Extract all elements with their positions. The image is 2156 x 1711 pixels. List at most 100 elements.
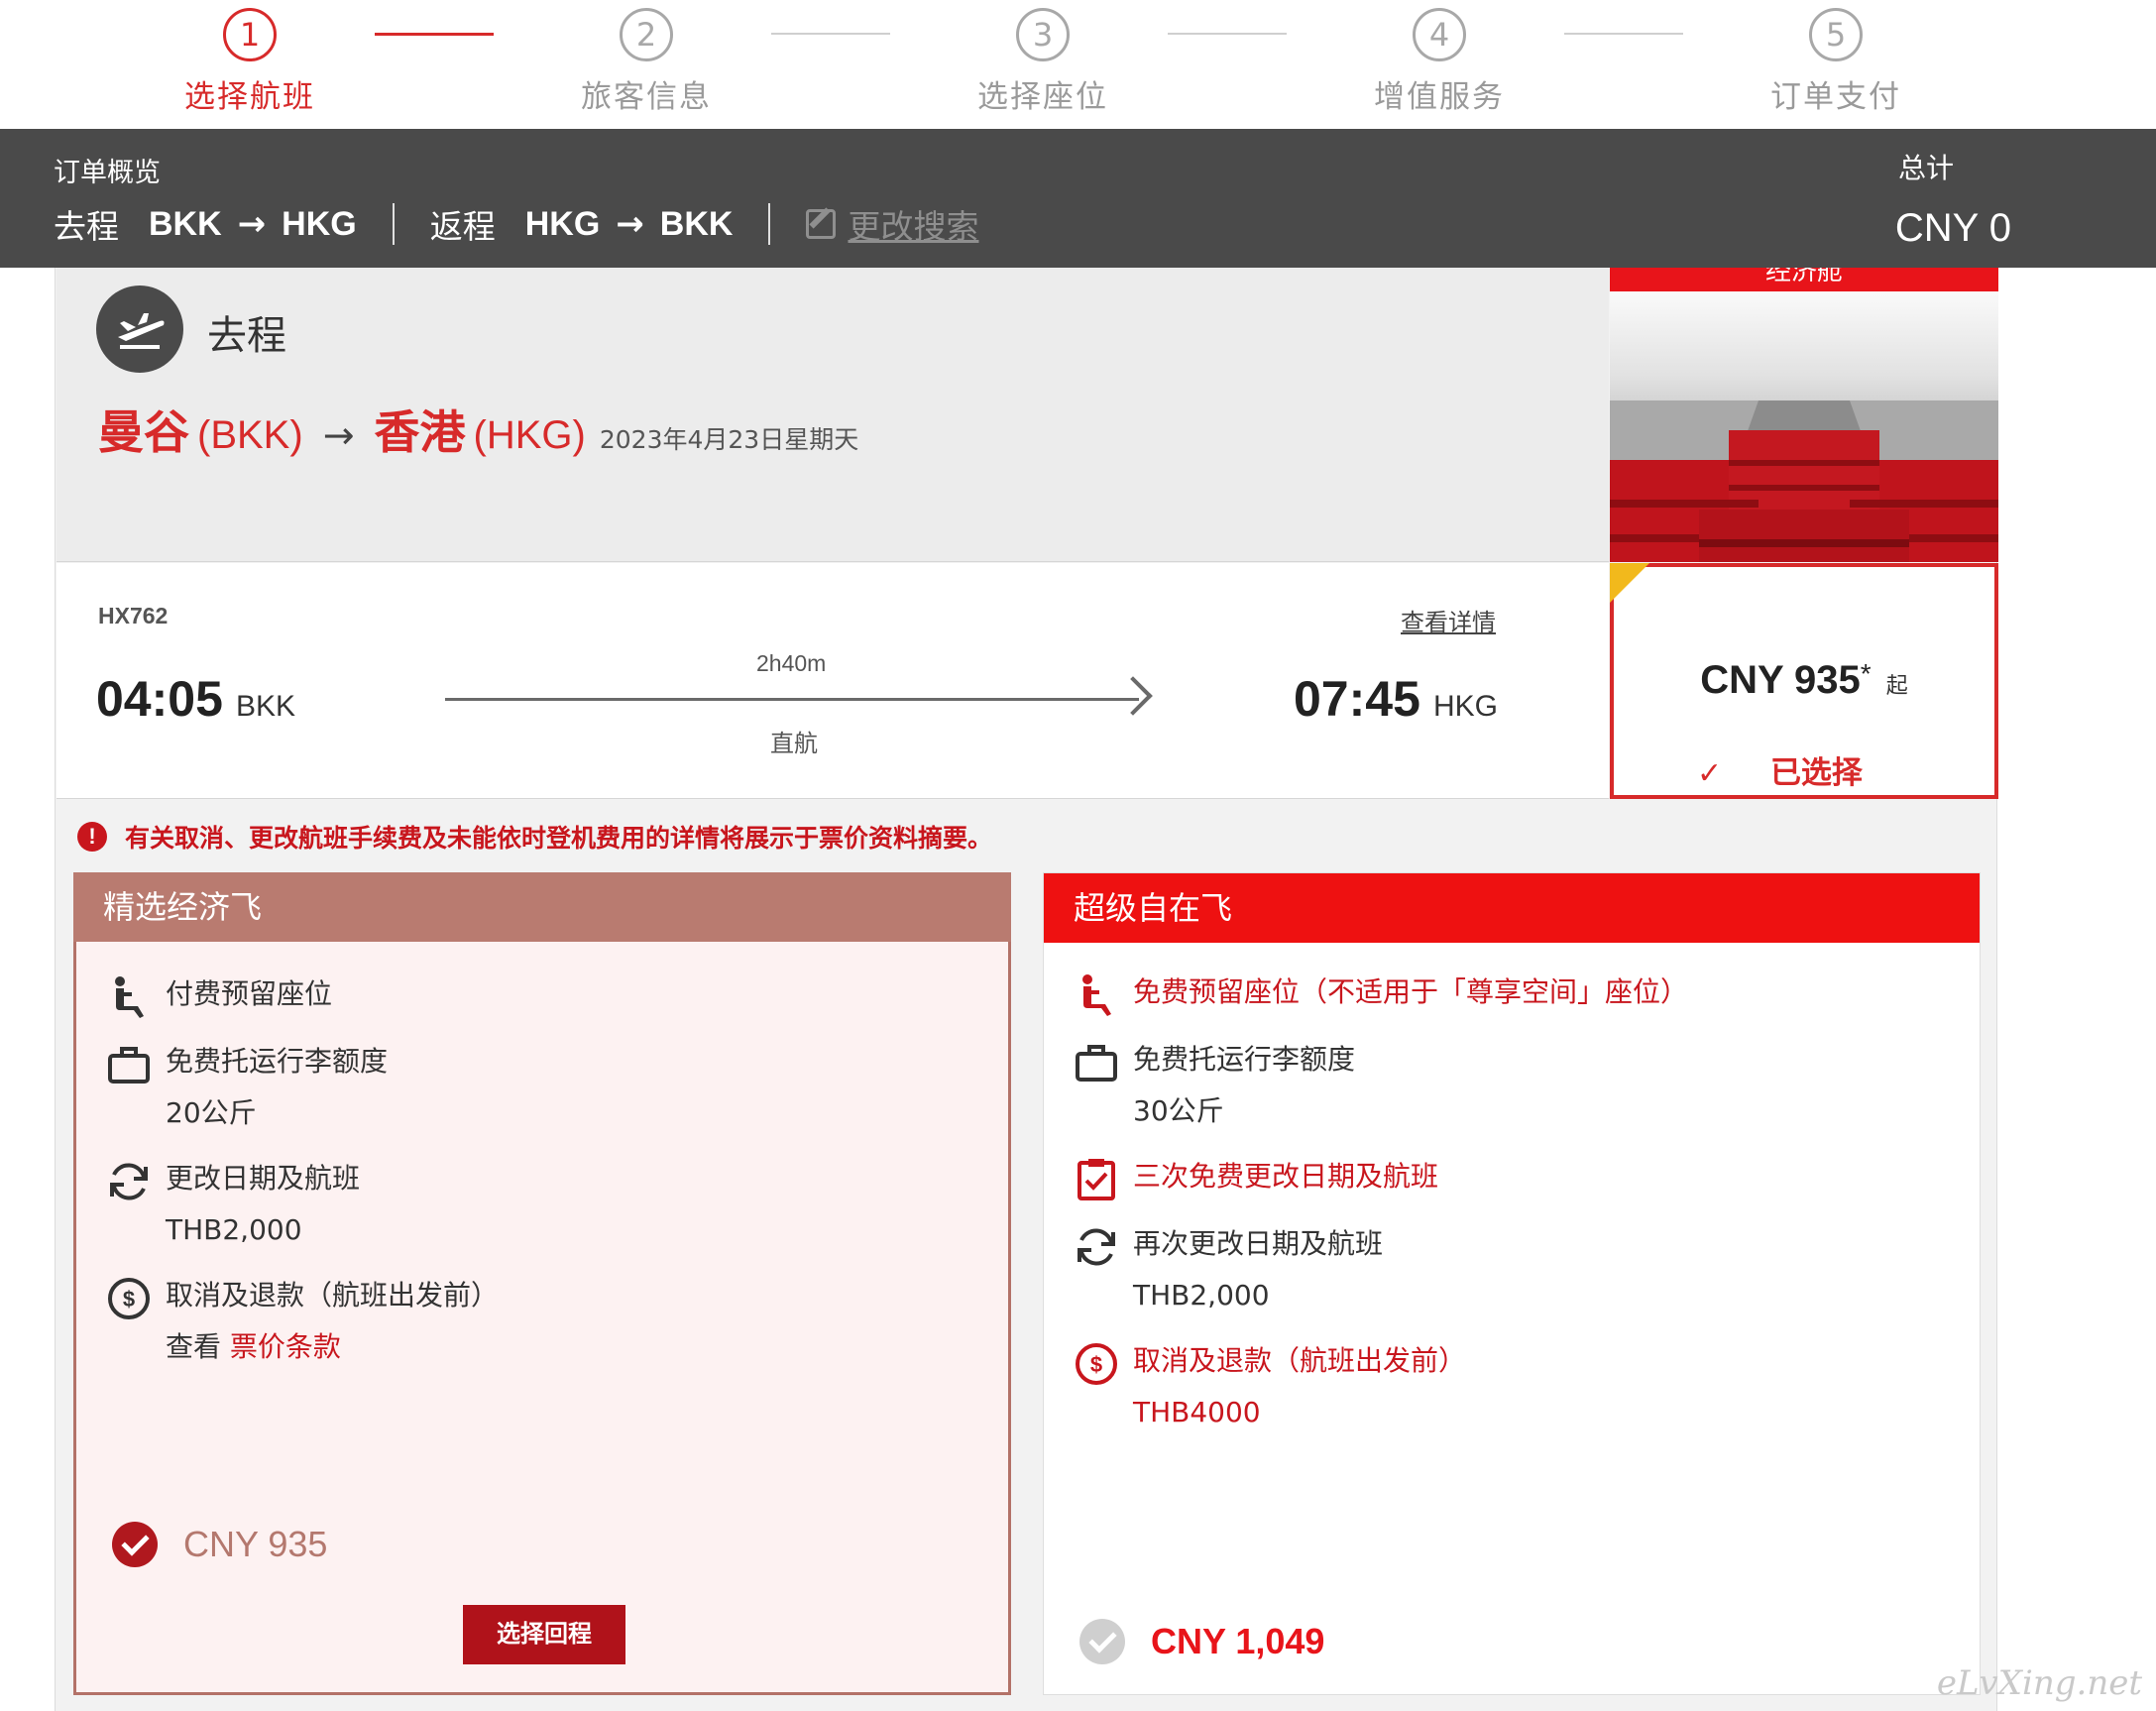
fare-price-amount: CNY 935: [183, 1524, 328, 1564]
origin-city: 曼谷: [98, 405, 189, 459]
return-from: HKG: [524, 204, 601, 243]
step-select-flight[interactable]: 1 选择航班: [141, 8, 359, 116]
cabin-photo: [1610, 291, 1998, 562]
destination-city: 香港: [374, 405, 466, 459]
fare-feature-seat: 免费预留座位（不适用于「尊享空间」座位）: [1074, 972, 1688, 1018]
step-label: 订单支付: [1770, 79, 1901, 115]
return-label: 返程: [429, 207, 496, 246]
feature-value: THB2,000: [166, 1213, 302, 1246]
outbound-flight-header: 去程 曼谷 (BKK) → 香港 (HKG) 2023年4月23日星期天: [57, 268, 1609, 562]
edit-search-link[interactable]: 更改搜索: [806, 200, 978, 248]
departure-time: 04:05: [96, 671, 223, 727]
clipboard-check-icon: [1078, 1159, 1115, 1200]
feature-text: 取消及退款（航班出发前）: [1133, 1344, 1467, 1377]
arrival-time: 07:45: [1294, 671, 1420, 727]
flight-stops: 直航: [770, 730, 818, 757]
fare-from-price: CNY 935* 起: [1614, 658, 1994, 703]
step-number: 4: [1413, 8, 1466, 61]
feature-value: THB2,000: [1133, 1279, 1270, 1312]
selected-indicator: ✓ 已选择: [1697, 747, 1863, 792]
baggage-icon: [108, 1047, 150, 1084]
step-connector: [375, 33, 494, 36]
view-details-link[interactable]: 查看详情: [1401, 603, 1496, 637]
step-connector: [1564, 33, 1683, 35]
feature-value: 20公斤: [166, 1096, 257, 1129]
step-connector: [771, 33, 890, 35]
destination-code: (HKG): [473, 413, 586, 457]
step-add-ons[interactable]: 4 增值服务: [1330, 8, 1548, 116]
flight-number: HX762: [98, 603, 169, 628]
fare-feature-change: 再次更改日期及航班 THB2,000: [1074, 1224, 1383, 1315]
step-number: 2: [620, 8, 673, 61]
fare-card-standard[interactable]: 精选经济飞 付费预留座位 免费托运行李额度 20公斤 更改日期及航班 THB2,…: [73, 872, 1011, 1695]
total-value: CNY 0: [1894, 206, 2011, 250]
cabin-ceiling: [1610, 291, 1998, 410]
price-amount: CNY 935: [1700, 658, 1861, 702]
flight-option-row: HX762 查看详情 04:05 BKK 2h40m 直航 07:45 HKG: [57, 563, 1609, 799]
direction-label: 去程: [207, 313, 286, 359]
economy-cabin-card[interactable]: 经济舱: [1610, 268, 1998, 562]
route-line: 曼谷 (BKK) → 香港 (HKG) 2023年4月23日星期天: [98, 397, 858, 462]
fare-feature-refund: $ 取消及退款（航班出发前） 查看 票价条款: [106, 1276, 499, 1367]
refund-dollar-icon: $: [1076, 1343, 1117, 1385]
origin-code: (BKK): [197, 413, 303, 457]
feature-text: 更改日期及航班: [166, 1162, 361, 1195]
watermark: eLvXing.net: [1936, 1663, 2142, 1703]
economy-price-card[interactable]: CNY 935* 起 ✓ 已选择: [1610, 563, 1998, 799]
step-label: 选择航班: [184, 79, 315, 115]
arrow-right-icon: →: [616, 204, 644, 244]
arrow-head-icon: [1113, 676, 1153, 716]
fare-card-flex[interactable]: 超级自在飞 免费预留座位（不适用于「尊享空间」座位） 免费托运行李额度 30公斤…: [1043, 872, 1981, 1695]
step-label: 增值服务: [1374, 79, 1505, 115]
outbound-label: 去程: [54, 207, 119, 246]
alert-icon: !: [77, 822, 107, 852]
price-asterisk: *: [1860, 658, 1872, 689]
fare-price: CNY 1,049: [1079, 1619, 1324, 1664]
fee-notice: ! 有关取消、更改航班手续费及未能依时登机费用的详情将展示于票价资料摘要。: [77, 819, 992, 855]
select-return-button[interactable]: 选择回程: [463, 1605, 625, 1664]
feature-text: 免费托运行李额度: [1133, 1043, 1356, 1076]
feature-value: THB4000: [1133, 1396, 1261, 1428]
return-to: BKK: [659, 204, 734, 243]
step-connector: [1168, 33, 1287, 35]
svg-text:$: $: [123, 1287, 135, 1312]
step-label: 旅客信息: [581, 79, 712, 115]
step-payment[interactable]: 5 订单支付: [1727, 8, 1945, 116]
step-passenger-info[interactable]: 2 旅客信息: [537, 8, 755, 116]
feature-text: 免费预留座位（不适用于「尊享空间」座位）: [1133, 975, 1689, 1008]
fare-feature-refund: $ 取消及退款（航班出发前） THB4000: [1074, 1341, 1466, 1432]
fare-feature-seat: 付费预留座位: [106, 974, 332, 1020]
arrow-right-icon: →: [322, 413, 355, 457]
seat-rows-image: [1610, 400, 1998, 562]
step-number: 1: [223, 8, 277, 61]
fare-price-amount: CNY 1,049: [1151, 1621, 1325, 1661]
total-label: 总计: [1897, 152, 1954, 184]
feature-text: 免费托运行李额度: [166, 1045, 389, 1078]
check-circle-icon[interactable]: [1079, 1619, 1125, 1664]
fare-feature-change: 更改日期及航班 THB2,000: [106, 1159, 360, 1250]
feature-text: 取消及退款（航班出发前）: [166, 1279, 500, 1312]
step-select-seat[interactable]: 3 选择座位: [934, 8, 1152, 116]
fare-feature-baggage: 免费托运行李额度 20公斤: [106, 1042, 388, 1133]
departure-code: BKK: [235, 690, 296, 723]
feature-text: 付费预留座位: [166, 977, 333, 1010]
departure: 04:05 BKK: [96, 670, 295, 728]
feature-value: 查看 票价条款: [166, 1327, 499, 1367]
step-number: 5: [1809, 8, 1863, 61]
refresh-icon: [1078, 1228, 1115, 1266]
arrow-right-icon: →: [237, 204, 267, 244]
fare-feature-baggage: 免费托运行李额度 30公斤: [1074, 1040, 1355, 1131]
fare-rules-link[interactable]: 票价条款: [230, 1330, 341, 1363]
outbound-to: HKG: [282, 204, 357, 243]
edit-icon: [806, 209, 837, 239]
check-circle-icon: [112, 1522, 158, 1567]
seat-icon: [115, 976, 144, 1018]
divider: [768, 203, 771, 245]
divider: [392, 203, 395, 245]
refund-prefix: 查看: [166, 1330, 230, 1363]
flight-duration: 2h40m: [756, 650, 827, 676]
arrival: 07:45 HKG: [1294, 670, 1498, 728]
feature-value: 30公斤: [1133, 1094, 1224, 1127]
edit-search-label: 更改搜索: [848, 207, 979, 246]
baggage-icon: [1076, 1045, 1117, 1082]
